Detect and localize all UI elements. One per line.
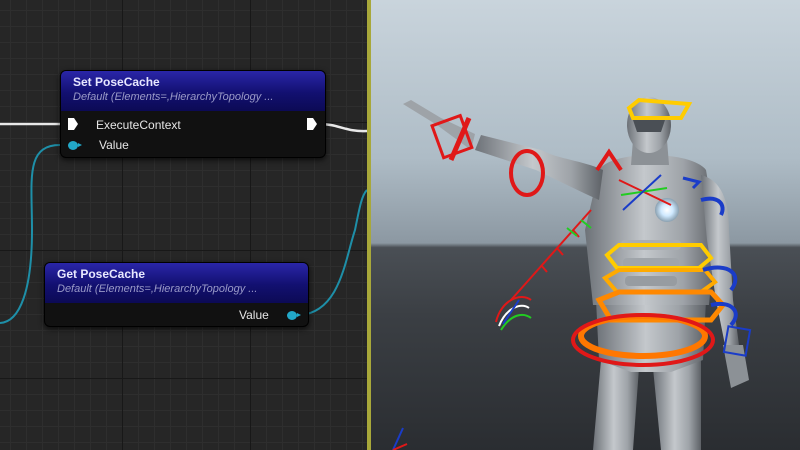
get-posecache-node[interactable]: Get PoseCache Default (Elements=,Hierarc… [44, 262, 309, 327]
exec-output-pin[interactable] [307, 118, 317, 130]
set-node-header[interactable]: Set PoseCache Default (Elements=,Hierarc… [61, 71, 325, 111]
exec-input-pin[interactable] [68, 118, 78, 130]
node-graph-panel[interactable]: Set PoseCache Default (Elements=,Hierarc… [0, 0, 367, 450]
get-node-subtitle: Default (Elements=,HierarchyTopology ... [57, 283, 258, 295]
set-posecache-node[interactable]: Set PoseCache Default (Elements=,Hierarc… [60, 70, 326, 158]
viewport-scene [392, 97, 752, 450]
set-node-title: Set PoseCache [73, 75, 160, 89]
set-node-subtitle: Default (Elements=,HierarchyTopology ... [73, 91, 274, 103]
set-value-label: Value [99, 138, 129, 152]
get-node-header[interactable]: Get PoseCache Default (Elements=,Hierarc… [45, 263, 308, 303]
get-value-label: Value [239, 308, 269, 322]
get-node-title: Get PoseCache [57, 267, 146, 281]
value-wire-out [299, 189, 367, 316]
exec-context-label: ExecuteContext [96, 118, 181, 132]
value-input-pin[interactable] [68, 141, 82, 150]
value-output-pin[interactable] [287, 311, 301, 320]
graph-wires [0, 122, 367, 324]
3d-viewport[interactable] [371, 0, 800, 450]
